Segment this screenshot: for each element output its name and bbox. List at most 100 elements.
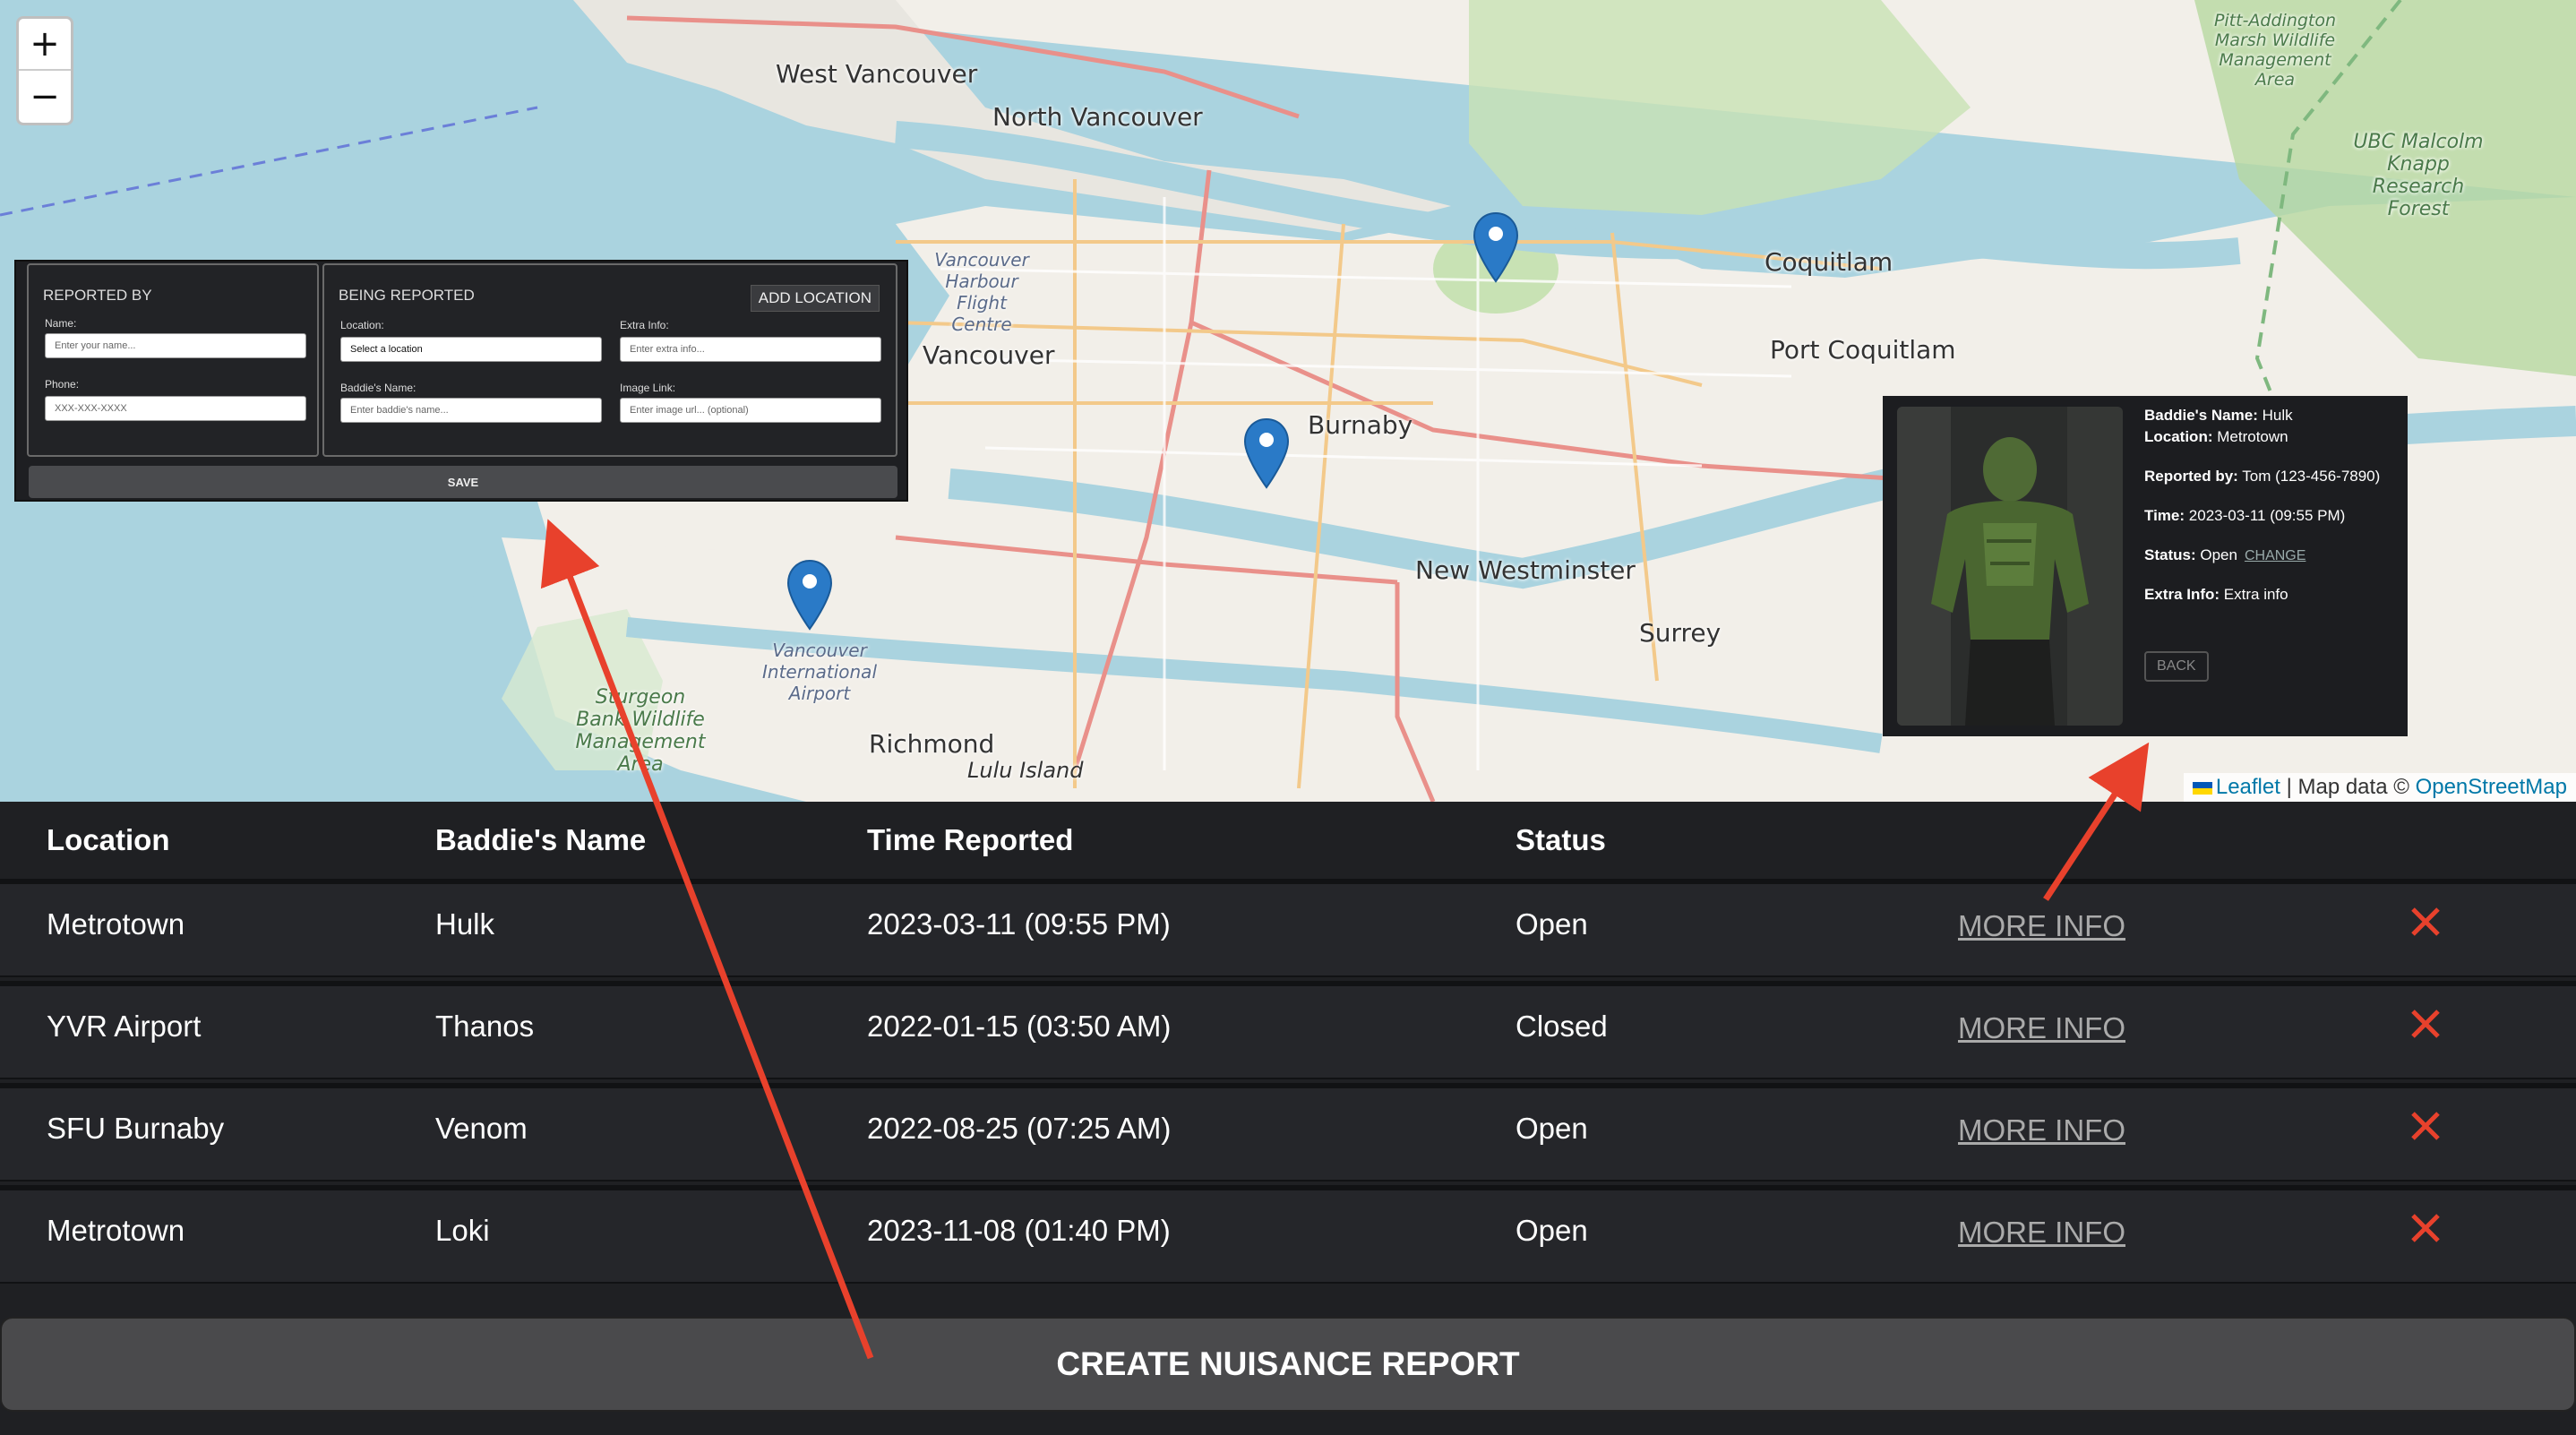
place-harbour: Vancouver Harbour Flight Centre bbox=[934, 249, 1029, 335]
info-time-label: Time: bbox=[2144, 507, 2185, 524]
cell-status: Open bbox=[1516, 1214, 1588, 1247]
cell-location: SFU Burnaby bbox=[47, 1112, 225, 1145]
cell-baddie-name: Thanos bbox=[435, 1010, 535, 1043]
table-row: SFU Burnaby Venom 2022-08-25 (07:25 AM) … bbox=[0, 1083, 2576, 1182]
cell-location: Metrotown bbox=[47, 907, 185, 941]
map-marker-pin[interactable] bbox=[786, 559, 833, 631]
cell-time: 2023-11-08 (01:40 PM) bbox=[867, 1214, 1171, 1247]
cell-time: 2022-01-15 (03:50 AM) bbox=[867, 1010, 1172, 1043]
info-extra-row: Extra Info: Extra info bbox=[2144, 586, 2288, 604]
attribution-separator: | Map data © bbox=[2280, 775, 2416, 799]
delete-icon[interactable] bbox=[2406, 1106, 2445, 1146]
place-airport: Vancouver International Airport bbox=[762, 640, 877, 704]
info-extra-value: Extra info bbox=[2223, 586, 2288, 603]
image-link-input[interactable]: Enter image url... (optional) bbox=[620, 398, 881, 423]
reporter-phone-input[interactable]: XXX-XXX-XXXX bbox=[45, 396, 306, 421]
place-west-vancouver: West Vancouver bbox=[776, 59, 978, 89]
info-status-row: Status: Open CHANGE bbox=[2144, 546, 2306, 564]
add-location-button[interactable]: ADD LOCATION bbox=[750, 285, 880, 312]
place-vancouver: Vancouver bbox=[923, 340, 1055, 370]
being-reported-title: BEING REPORTED bbox=[339, 287, 475, 304]
zoom-in-button[interactable]: + bbox=[19, 19, 71, 71]
info-time-value: 2023-03-11 (09:55 PM) bbox=[2188, 507, 2346, 524]
location-select[interactable]: Select a location bbox=[340, 337, 602, 362]
being-reported-section: BEING REPORTED ADD LOCATION Location: Se… bbox=[322, 263, 897, 457]
location-label: Location: bbox=[340, 319, 384, 331]
ukraine-flag-icon bbox=[2192, 781, 2212, 795]
cell-location: YVR Airport bbox=[47, 1010, 202, 1043]
app-root: West Vancouver North Vancouver Coquitlam… bbox=[0, 0, 2576, 1435]
baddie-portrait bbox=[1897, 407, 2123, 726]
header-location: Location bbox=[47, 823, 170, 856]
cell-status: Open bbox=[1516, 907, 1588, 941]
place-sturgeon: Sturgeon Bank Wildlife Management Area bbox=[575, 686, 706, 776]
change-status-link[interactable]: CHANGE bbox=[2245, 548, 2306, 563]
place-richmond: Richmond bbox=[869, 729, 995, 759]
baddie-name-input[interactable]: Enter baddie's name... bbox=[340, 398, 602, 423]
extra-info-input[interactable]: Enter extra info... bbox=[620, 337, 881, 362]
info-time-row: Time: 2023-03-11 (09:55 PM) bbox=[2144, 507, 2345, 525]
info-location-value: Metrotown bbox=[2217, 428, 2288, 445]
place-surrey: Surrey bbox=[1639, 618, 1722, 648]
table-row: Metrotown Loki 2023-11-08 (01:40 PM) Ope… bbox=[0, 1185, 2576, 1284]
place-coquitlam: Coquitlam bbox=[1765, 247, 1893, 277]
cell-baddie-name: Hulk bbox=[435, 907, 495, 941]
delete-icon[interactable] bbox=[2406, 1004, 2445, 1044]
map-attribution: Leaflet | Map data © OpenStreetMap bbox=[2183, 773, 2576, 802]
place-pitt: Pitt-Addington Marsh Wildlife Management… bbox=[2213, 11, 2337, 90]
info-reported-row: Reported by: Tom (123-456-7890) bbox=[2144, 468, 2380, 485]
baddie-info-popup: Baddie's Name: Hulk Location: Metrotown … bbox=[1883, 396, 2408, 736]
info-name-row: Baddie's Name: Hulk bbox=[2144, 407, 2293, 425]
place-north-vancouver: North Vancouver bbox=[992, 102, 1203, 132]
place-burnaby: Burnaby bbox=[1308, 410, 1413, 440]
baddie-name-label: Baddie's Name: bbox=[340, 382, 416, 394]
cell-time: 2022-08-25 (07:25 AM) bbox=[867, 1112, 1172, 1145]
leaflet-link[interactable]: Leaflet bbox=[2216, 775, 2280, 799]
info-name-label: Baddie's Name: bbox=[2144, 407, 2258, 424]
info-reported-label: Reported by: bbox=[2144, 468, 2238, 485]
more-info-link[interactable]: MORE INFO bbox=[1958, 1113, 2125, 1147]
header-status: Status bbox=[1516, 823, 1606, 856]
image-link-label: Image Link: bbox=[620, 382, 676, 394]
cell-time: 2023-03-11 (09:55 PM) bbox=[867, 907, 1171, 941]
info-name-value: Hulk bbox=[2262, 407, 2293, 424]
cell-baddie-name: Venom bbox=[435, 1112, 528, 1145]
more-info-link[interactable]: MORE INFO bbox=[1958, 1216, 2125, 1250]
osm-link[interactable]: OpenStreetMap bbox=[2416, 775, 2567, 799]
info-location-row: Location: Metrotown bbox=[2144, 428, 2288, 446]
info-reported-value: Tom (123-456-7890) bbox=[2242, 468, 2381, 485]
table-row: YVR Airport Thanos 2022-01-15 (03:50 AM)… bbox=[0, 981, 2576, 1079]
cell-status: Open bbox=[1516, 1112, 1588, 1145]
back-button[interactable]: BACK bbox=[2144, 651, 2209, 682]
info-location-label: Location: bbox=[2144, 428, 2213, 445]
zoom-control: + − bbox=[16, 16, 73, 125]
create-nuisance-report-button[interactable]: CREATE NUISANCE REPORT bbox=[0, 1317, 2576, 1412]
cell-status: Closed bbox=[1516, 1010, 1608, 1043]
more-info-link[interactable]: MORE INFO bbox=[1958, 1011, 2125, 1045]
table-row: Metrotown Hulk 2023-03-11 (09:55 PM) Ope… bbox=[0, 879, 2576, 977]
report-form: REPORTED BY Name: Enter your name... Pho… bbox=[14, 260, 908, 502]
cell-baddie-name: Loki bbox=[435, 1214, 490, 1247]
zoom-out-button[interactable]: − bbox=[19, 71, 71, 123]
map-marker-pin[interactable] bbox=[1243, 417, 1290, 489]
save-button[interactable]: SAVE bbox=[29, 466, 897, 498]
header-time-reported: Time Reported bbox=[867, 823, 1074, 856]
place-new-westminster: New Westminster bbox=[1415, 555, 1636, 585]
name-label: Name: bbox=[45, 317, 77, 330]
more-info-link[interactable]: MORE INFO bbox=[1958, 909, 2125, 943]
delete-icon[interactable] bbox=[2406, 902, 2445, 941]
place-ubc: UBC Malcolm Knapp Research Forest bbox=[2353, 131, 2484, 220]
reports-table: Location Baddie's Name Time Reported Sta… bbox=[0, 802, 2576, 1287]
place-lulu-island: Lulu Island bbox=[967, 758, 1084, 783]
reporter-name-input[interactable]: Enter your name... bbox=[45, 333, 306, 358]
cell-location: Metrotown bbox=[47, 1214, 185, 1247]
map-marker-pin[interactable] bbox=[1473, 211, 1519, 283]
phone-label: Phone: bbox=[45, 378, 80, 391]
table-header: Location Baddie's Name Time Reported Sta… bbox=[0, 802, 2576, 879]
reported-by-section: REPORTED BY Name: Enter your name... Pho… bbox=[27, 263, 319, 457]
info-status-value: Open bbox=[2200, 546, 2237, 563]
delete-icon[interactable] bbox=[2406, 1208, 2445, 1248]
reported-by-title: REPORTED BY bbox=[43, 287, 152, 304]
place-port-coquitlam: Port Coquitlam bbox=[1770, 335, 1956, 365]
header-baddie-name: Baddie's Name bbox=[435, 823, 647, 856]
